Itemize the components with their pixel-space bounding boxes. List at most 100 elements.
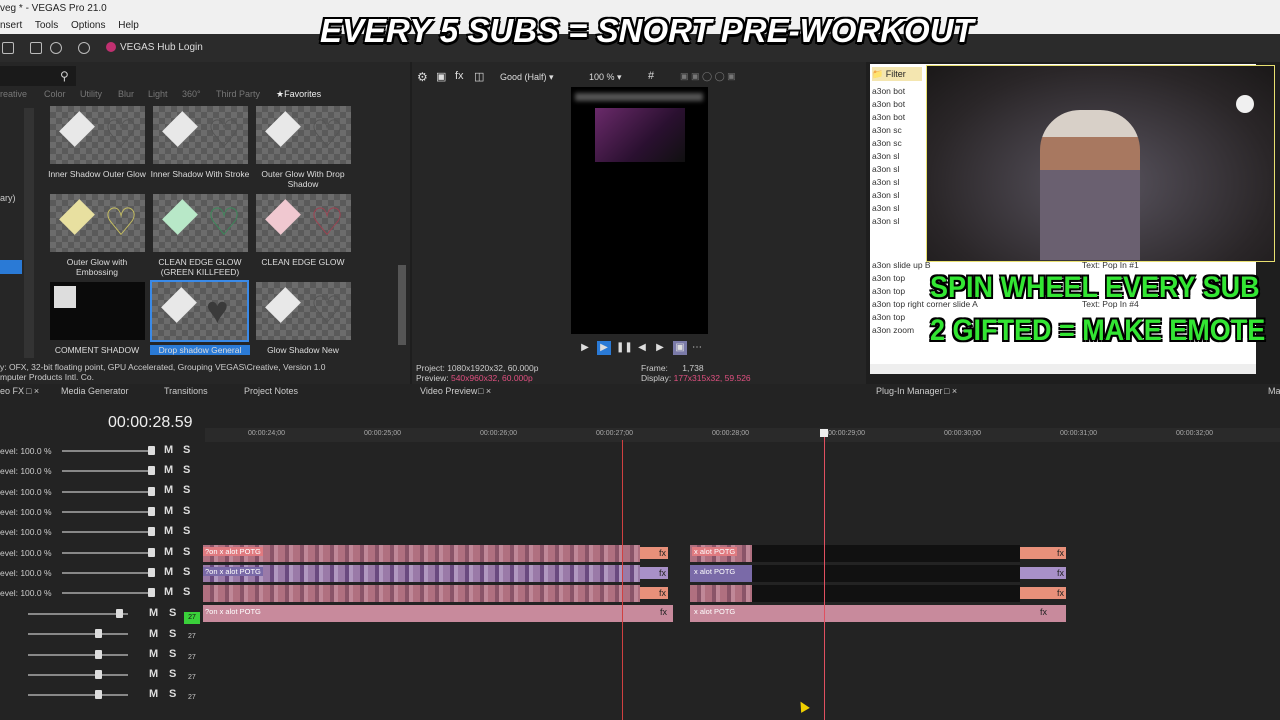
slider-knob[interactable] bbox=[95, 650, 102, 659]
track-level-slider[interactable] bbox=[62, 592, 154, 594]
playhead-handle[interactable] bbox=[820, 429, 828, 437]
mute-button[interactable]: M bbox=[164, 464, 173, 476]
preset-thumb-clean-edge-green[interactable]: ♡ bbox=[153, 194, 248, 252]
timeline-clip[interactable] bbox=[690, 585, 752, 602]
gear-icon[interactable]: ⚙ bbox=[417, 70, 428, 84]
solo-button[interactable]: S bbox=[183, 525, 190, 537]
tab-video-fx[interactable]: eo FX bbox=[0, 386, 24, 396]
plugin-item[interactable]: a3on sc bbox=[872, 125, 902, 135]
slider-knob[interactable] bbox=[95, 670, 102, 679]
track-level-slider[interactable] bbox=[62, 491, 154, 493]
plugin-item[interactable]: a3on top bbox=[872, 273, 905, 283]
slider-knob[interactable] bbox=[148, 466, 155, 475]
mute-button[interactable]: M bbox=[149, 607, 158, 619]
slider-knob[interactable] bbox=[148, 507, 155, 516]
save-icon[interactable] bbox=[30, 42, 42, 54]
preset-thumb-comment-shadow[interactable] bbox=[50, 282, 145, 340]
mute-button[interactable]: M bbox=[164, 525, 173, 537]
audio-clip[interactable] bbox=[690, 605, 1066, 622]
solo-button[interactable]: S bbox=[169, 668, 176, 680]
preset-thumb-inner-shadow-outer-glow[interactable]: ♡ bbox=[50, 106, 145, 164]
solo-button[interactable]: S bbox=[183, 546, 190, 558]
vegas-hub-login-button[interactable]: VEGAS Hub Login bbox=[120, 42, 203, 53]
pause-icon[interactable]: ❚❚ bbox=[616, 341, 633, 355]
slider-knob[interactable] bbox=[148, 548, 155, 557]
plugin-item[interactable]: a3on sl bbox=[872, 177, 899, 187]
solo-button[interactable]: S bbox=[169, 648, 176, 660]
audio-clip[interactable] bbox=[203, 605, 673, 622]
solo-button[interactable]: S bbox=[183, 484, 190, 496]
plugin-item[interactable]: a3on bot bbox=[872, 112, 905, 122]
audio-volume-slider[interactable] bbox=[28, 694, 128, 696]
close-icon[interactable]: □ × bbox=[478, 386, 491, 396]
timeline-clip-dark[interactable] bbox=[752, 585, 1020, 602]
mute-button[interactable]: M bbox=[164, 586, 173, 598]
plugin-item[interactable]: a3on slide up B bbox=[872, 260, 931, 270]
slider-knob[interactable] bbox=[148, 446, 155, 455]
loop-icon[interactable]: ▣ bbox=[673, 341, 687, 355]
plugin-item[interactable]: a3on top bbox=[872, 286, 905, 296]
slider-knob[interactable] bbox=[95, 629, 102, 638]
plugin-item[interactable]: a3on sl bbox=[872, 164, 899, 174]
clip-fx-icon[interactable]: fx bbox=[1020, 567, 1066, 579]
slider-knob[interactable] bbox=[148, 588, 155, 597]
solo-button[interactable]: S bbox=[183, 444, 190, 456]
track-level-slider[interactable] bbox=[62, 450, 154, 452]
slider-knob[interactable] bbox=[148, 568, 155, 577]
audio-volume-slider[interactable] bbox=[28, 613, 128, 615]
menu-options[interactable]: Options bbox=[71, 20, 105, 31]
mute-button[interactable]: M bbox=[164, 505, 173, 517]
solo-button[interactable]: S bbox=[169, 628, 176, 640]
clip-fx-icon[interactable]: fx bbox=[1020, 547, 1066, 559]
preset-thumb-clean-edge[interactable]: ♡ bbox=[256, 194, 351, 252]
mute-button[interactable]: M bbox=[149, 628, 158, 640]
fx-icon[interactable]: fx bbox=[455, 70, 464, 82]
solo-button[interactable]: S bbox=[183, 566, 190, 578]
close-icon[interactable]: □ × bbox=[26, 386, 39, 396]
clip-fx-icon[interactable]: fx bbox=[640, 567, 668, 579]
mute-button[interactable]: M bbox=[149, 648, 158, 660]
tab-360[interactable]: 360° bbox=[182, 89, 201, 99]
slider-knob[interactable] bbox=[116, 609, 123, 618]
tab-more[interactable]: Ma bbox=[1268, 386, 1280, 396]
fx-scrollbar-right[interactable] bbox=[398, 265, 406, 345]
preview-zoom-select[interactable]: 100 % ▾ bbox=[589, 72, 622, 83]
plugin-item[interactable]: a3on sc bbox=[872, 138, 902, 148]
slider-knob[interactable] bbox=[148, 487, 155, 496]
timeline-clip[interactable] bbox=[203, 585, 640, 602]
preset-thumb-glow-shadow-new[interactable]: ♡ bbox=[256, 282, 351, 340]
timeline-clip[interactable] bbox=[203, 545, 640, 562]
plugin-item[interactable]: a3on bot bbox=[872, 86, 905, 96]
tab-color[interactable]: Color bbox=[44, 89, 66, 99]
track-level-slider[interactable] bbox=[62, 470, 154, 472]
plugin-item[interactable]: a3on bot bbox=[872, 99, 905, 109]
preview-quality-select[interactable]: Good (Half) ▾ bbox=[500, 72, 554, 83]
timeline-clip[interactable] bbox=[203, 565, 640, 582]
playhead-line[interactable] bbox=[824, 432, 825, 720]
plugin-item[interactable]: a3on top bbox=[872, 312, 905, 322]
track-level-slider[interactable] bbox=[62, 572, 154, 574]
tab-light[interactable]: Light bbox=[148, 89, 168, 99]
plugin-item[interactable]: a3on sl bbox=[872, 216, 899, 226]
timeline-clip-dark[interactable] bbox=[752, 565, 1020, 582]
tab-media-generator[interactable]: Media Generator bbox=[61, 386, 129, 396]
mute-button[interactable]: M bbox=[164, 546, 173, 558]
slider-knob[interactable] bbox=[148, 527, 155, 536]
mute-button[interactable]: M bbox=[164, 444, 173, 456]
plugin-list-scrollbar[interactable] bbox=[870, 364, 1256, 374]
clip-fx-icon[interactable]: fx bbox=[1040, 607, 1047, 617]
clip-fx-icon[interactable]: fx bbox=[1020, 587, 1066, 599]
tab-video-preview[interactable]: Video Preview bbox=[420, 386, 477, 396]
track-level-slider[interactable] bbox=[62, 531, 154, 533]
mute-button[interactable]: M bbox=[164, 566, 173, 578]
solo-button[interactable]: S bbox=[169, 688, 176, 700]
track-level-slider[interactable] bbox=[62, 511, 154, 513]
more-icon[interactable]: ⋯ bbox=[690, 341, 704, 355]
mute-button[interactable]: M bbox=[164, 484, 173, 496]
plugin-item[interactable]: a3on sl bbox=[872, 203, 899, 213]
audio-volume-slider[interactable] bbox=[28, 654, 128, 656]
grid-icon[interactable]: # bbox=[648, 70, 654, 82]
next-frame-icon[interactable]: ▶ bbox=[653, 341, 667, 355]
plugin-item[interactable]: a3on zoom bbox=[872, 325, 914, 335]
clip-fx-icon[interactable]: fx bbox=[640, 587, 668, 599]
